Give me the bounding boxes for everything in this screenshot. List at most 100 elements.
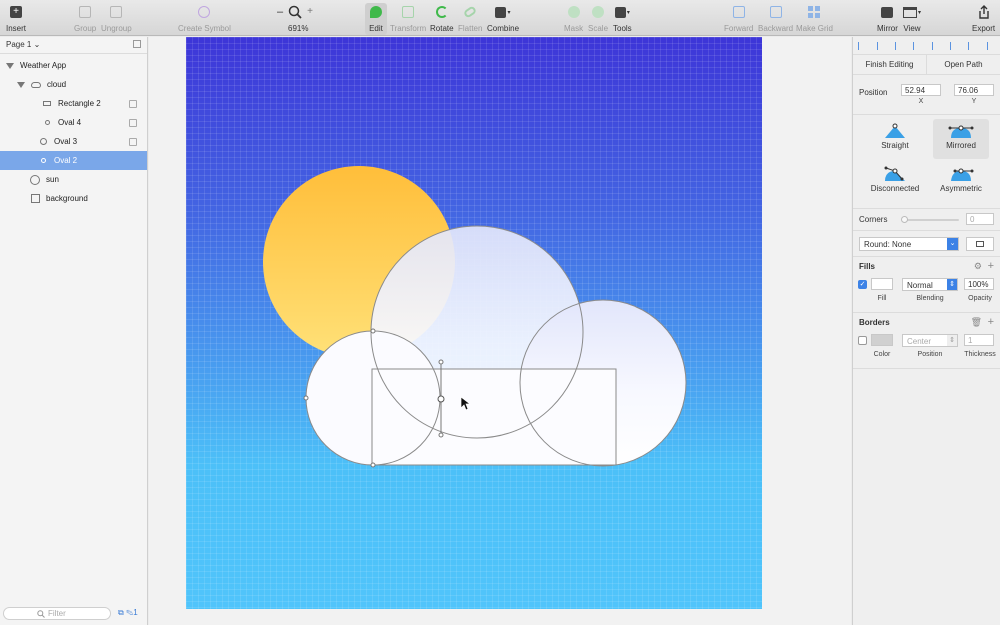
forward-button[interactable]: Forward [724,3,753,35]
position-y-input[interactable]: 76.06 [954,84,994,96]
combine-button[interactable]: ▾ Combine [487,3,519,35]
transform-icon [399,3,417,21]
rectangle-icon [30,194,40,203]
round-to-pixel-button[interactable] [966,237,994,251]
round-select[interactable]: Round: None ⌄ [859,237,959,251]
color-caption: Color [873,351,891,358]
corners-slider[interactable] [901,216,959,223]
fill-color-swatch[interactable] [871,278,893,290]
chevron-updown-icon: ⇕ [947,335,957,346]
zoom-in-button[interactable]: + [307,6,313,17]
toolbar: + Insert Group Ungroup Create Symbol – +… [0,0,1000,36]
artboard-weather-app[interactable] [186,37,762,609]
distribute-h-icon[interactable] [876,41,885,50]
layer-label: background [46,194,88,203]
transform-button[interactable]: Transform [390,3,426,35]
mode-mirrored-button[interactable]: Mirrored [933,119,989,159]
canvas[interactable] [149,37,851,625]
scale-button[interactable]: Scale [588,3,608,35]
mirrored-point-icon [948,125,974,138]
disclosure-triangle-icon[interactable] [17,81,25,88]
asymmetric-point-icon [951,168,974,181]
mode-disconnected-button[interactable]: Disconnected [867,162,923,202]
group-button[interactable]: Group [74,3,96,35]
border-position-select[interactable]: Center ⇕ [902,334,958,347]
corners-input[interactable]: 0 [966,213,994,225]
ungroup-button[interactable]: Ungroup [101,3,132,35]
layer-oval-2[interactable]: Oval 2 [0,151,147,170]
filter-options[interactable]: ⧉ ✎1 [118,608,138,618]
mode-asymmetric-button[interactable]: Asymmetric [933,162,989,202]
align-middle-icon[interactable] [950,41,958,50]
boolean-op-icon[interactable] [129,118,137,127]
align-right-icon[interactable] [913,41,921,50]
zoom-out-button[interactable]: – [277,6,283,18]
tools-button[interactable]: ▾ Tools [613,3,632,35]
edit-button[interactable]: Edit [365,3,387,35]
corners-slider-knob[interactable] [901,216,908,223]
point-mode-section: Straight Mirrored Disconnected Asymmetri… [853,115,1000,209]
layer-oval-3[interactable]: Oval 3 [0,132,147,151]
edit-mode-buttons: Finish Editing Open Path [853,55,1000,75]
symbols-filter-icon[interactable]: ⧉ [118,608,124,617]
page-selector[interactable]: Page 1 ⌄ [0,37,147,54]
view-button[interactable]: ▾ View [903,3,921,35]
grid-icon [805,3,823,21]
layer-rectangle-2[interactable]: Rectangle 2 [0,94,147,113]
add-fill-icon[interactable]: + [988,260,994,272]
add-page-icon[interactable] [133,40,141,48]
flatten-button[interactable]: Flatten [458,3,482,35]
position-x-input[interactable]: 52.94 [901,84,941,96]
border-checkbox[interactable] [858,336,867,345]
border-thickness-input[interactable]: 1 [964,334,994,346]
corners-section: Corners 0 [853,209,1000,231]
rotate-button[interactable]: Rotate [430,3,454,35]
finish-editing-button[interactable]: Finish Editing [853,55,927,74]
gear-icon[interactable]: ⚙ [974,261,982,272]
layer-label: Oval 2 [54,156,78,165]
add-border-icon[interactable]: + [988,316,994,328]
export-button[interactable]: Export [972,3,995,35]
align-center-h-icon[interactable] [894,41,903,50]
insert-plus-icon: + [7,3,25,21]
fill-opacity-input[interactable]: 100% [964,278,994,290]
oval-icon [42,120,52,125]
open-path-button[interactable]: Open Path [927,55,1000,74]
scale-icon [589,3,607,21]
layer-label: Oval 4 [58,118,82,127]
oval-icon [30,174,40,185]
alignment-toolbar [853,37,1000,55]
mode-straight-button[interactable]: Straight [867,119,923,159]
layer-sun[interactable]: sun [0,170,147,189]
filter-input[interactable]: Filter [3,607,111,620]
border-color-swatch[interactable] [871,334,893,346]
trash-icon[interactable]: 🗑 [971,317,982,328]
boolean-op-icon[interactable] [129,99,137,108]
fill-checkbox[interactable]: ✓ [858,280,867,289]
layer-background[interactable]: background [0,189,147,208]
distribute-v-icon[interactable] [986,41,995,50]
filter-badge: 1 [133,608,138,617]
layer-label: Rectangle 2 [58,99,101,108]
corners-label: Corners [859,215,888,224]
make-grid-button[interactable]: Make Grid [796,3,833,35]
align-top-icon[interactable] [931,41,940,50]
mirror-button[interactable]: Mirror [877,3,898,35]
mask-button[interactable]: Mask [564,3,583,35]
backward-button[interactable]: Backward [758,3,793,35]
fill-blending-select[interactable]: Normal ⇕ [902,278,958,291]
layer-oval-4[interactable]: Oval 4 [0,113,147,132]
layer-weather-app[interactable]: Weather App [0,56,147,75]
flatten-icon [461,3,479,21]
align-bottom-icon[interactable] [968,41,976,50]
create-symbol-button[interactable]: Create Symbol [178,3,231,35]
straight-point-icon [885,123,905,138]
align-left-icon[interactable] [858,41,866,50]
insert-button[interactable]: + Insert [6,3,26,35]
export-share-icon [975,3,993,21]
disclosure-triangle-icon[interactable] [6,62,14,69]
disconnected-point-icon [884,166,905,181]
layer-cloud[interactable]: cloud [0,75,147,94]
blending-caption: Blending [916,295,944,302]
boolean-op-icon[interactable] [129,137,137,146]
